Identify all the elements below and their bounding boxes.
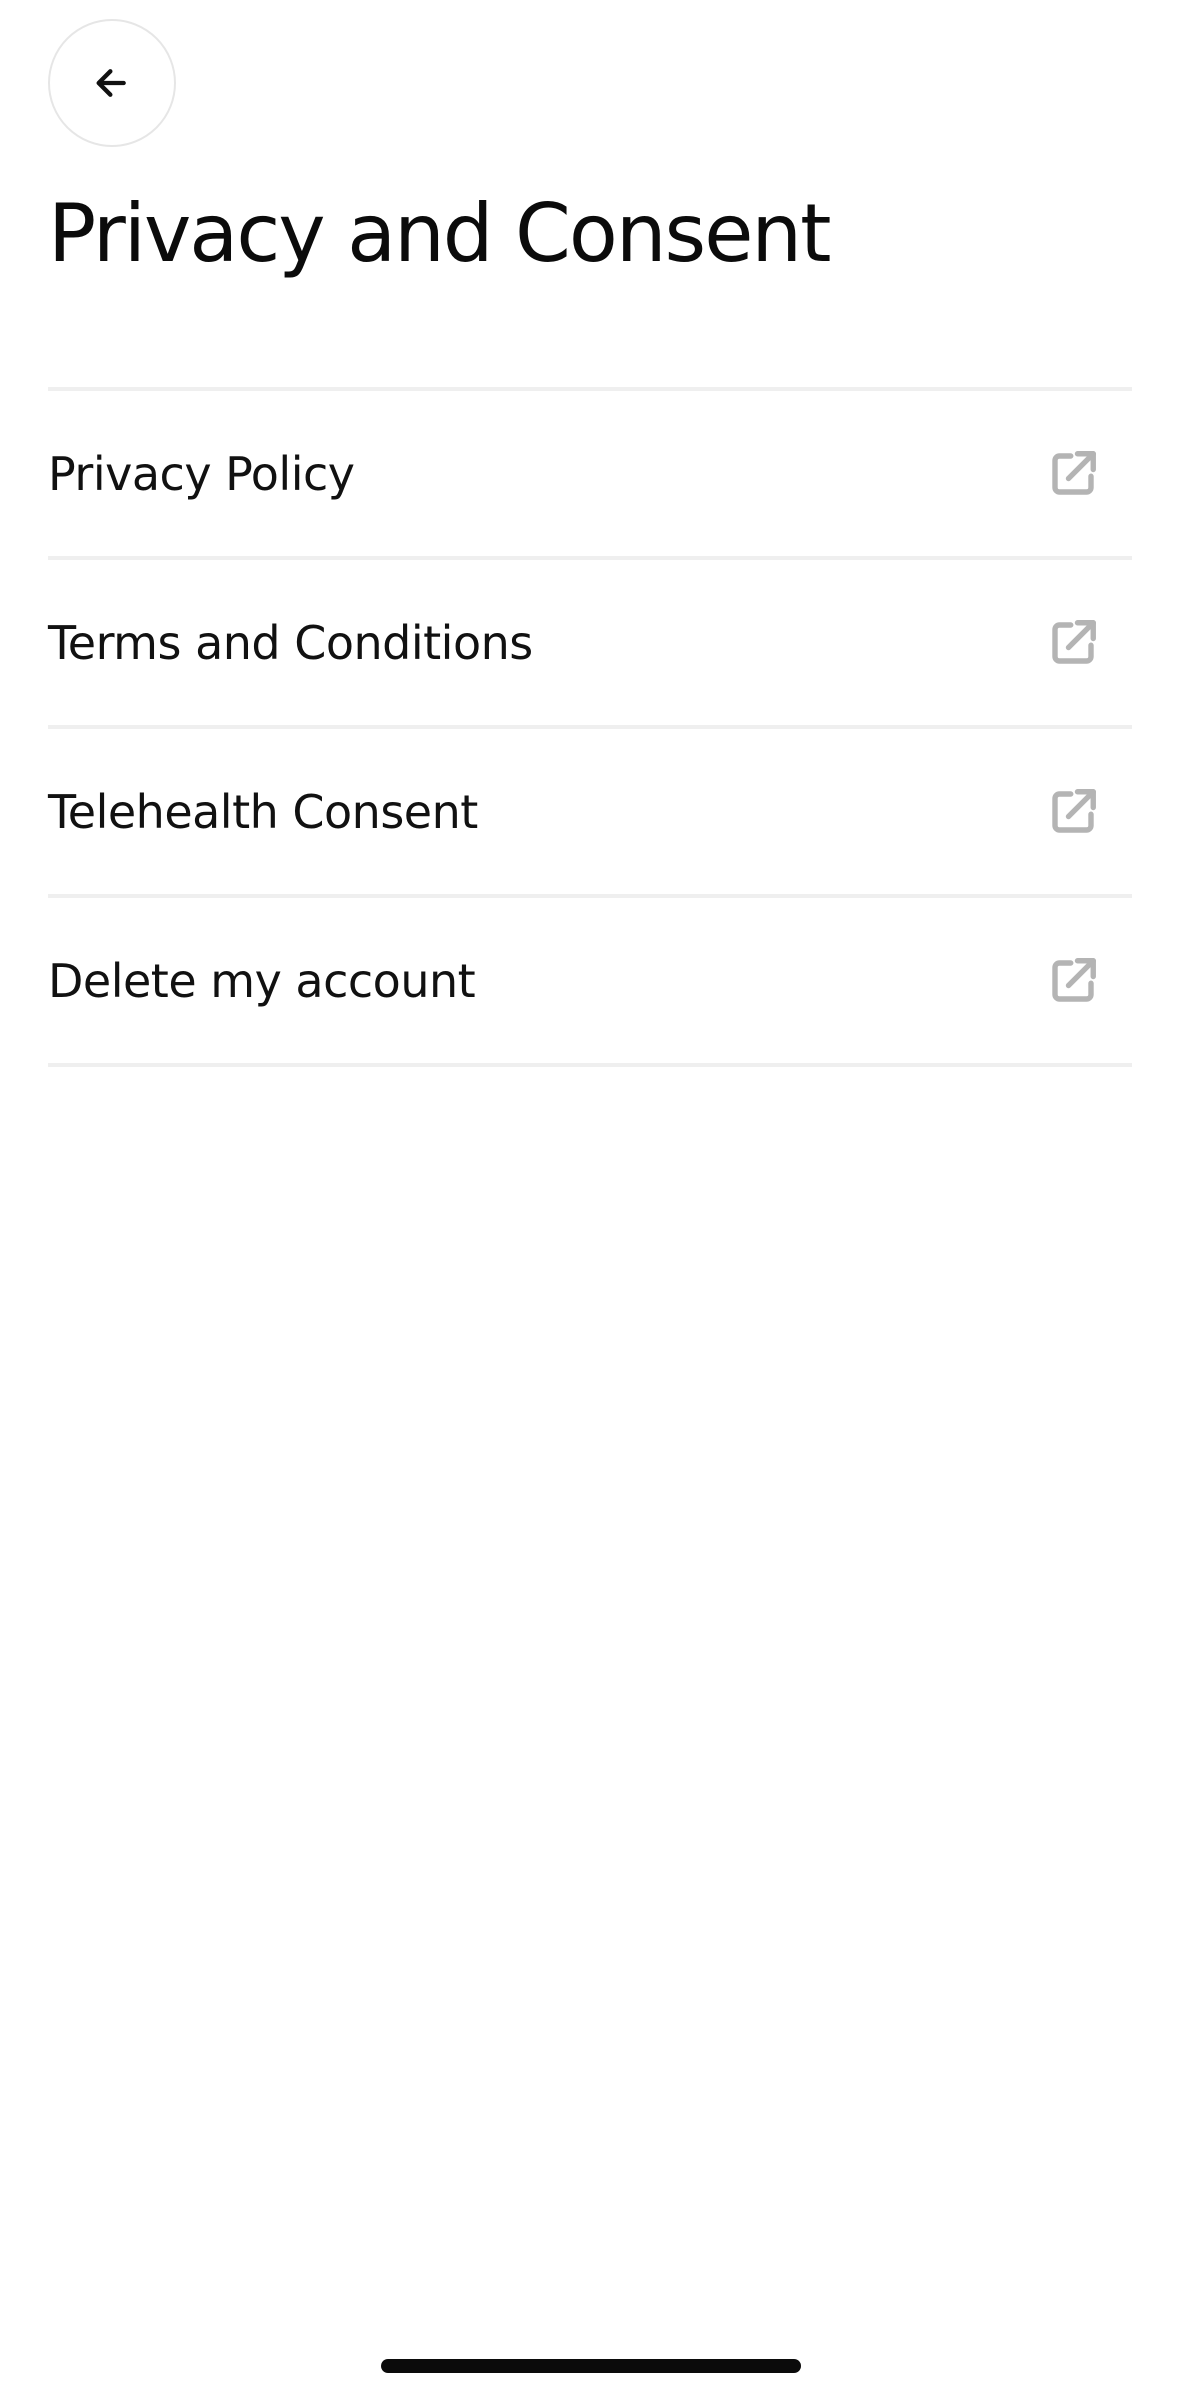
menu-item-label: Delete my account (48, 953, 476, 1008)
menu-list: Privacy Policy Terms and Conditions Tele… (48, 387, 1132, 1067)
external-link-icon (1052, 619, 1096, 664)
arrow-left-icon (96, 69, 126, 97)
page-title: Privacy and Consent (48, 187, 831, 280)
menu-item-privacy-policy[interactable]: Privacy Policy (48, 391, 1132, 560)
menu-item-label: Terms and Conditions (48, 615, 533, 670)
menu-item-delete-account[interactable]: Delete my account (48, 898, 1132, 1067)
back-button[interactable] (48, 19, 176, 147)
external-link-icon (1052, 957, 1096, 1002)
menu-item-terms-and-conditions[interactable]: Terms and Conditions (48, 560, 1132, 729)
menu-item-label: Telehealth Consent (48, 784, 478, 839)
menu-item-label: Privacy Policy (48, 446, 355, 501)
menu-item-telehealth-consent[interactable]: Telehealth Consent (48, 729, 1132, 898)
external-link-icon (1052, 788, 1096, 833)
home-indicator[interactable] (381, 2359, 801, 2373)
external-link-icon (1052, 450, 1096, 495)
